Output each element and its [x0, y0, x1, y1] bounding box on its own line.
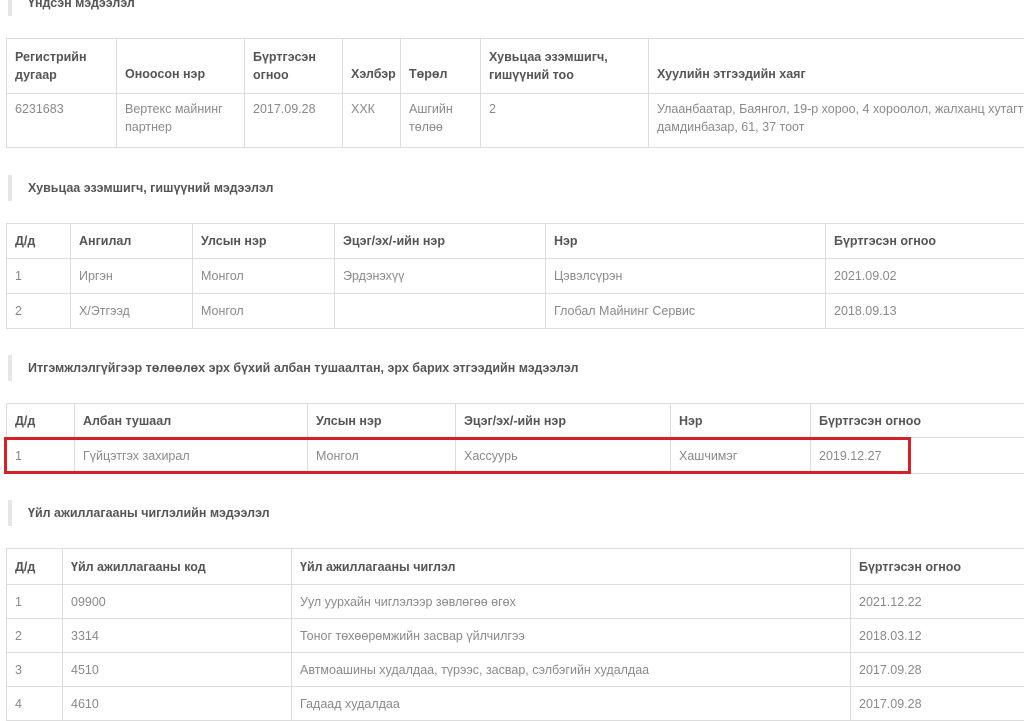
cell: 1 [7, 585, 63, 619]
cell: Х/Этгээд [71, 294, 193, 329]
cell: 2 [7, 619, 63, 653]
shareholder-count: 2 [481, 94, 649, 148]
col-header: Эцэг/эх/-ийн нэр [456, 404, 671, 438]
cell [335, 294, 546, 329]
col-header: Бүртгэсэн огноо [811, 404, 1024, 438]
col-header: Д/д [7, 404, 75, 438]
table-header-row: Д/д Албан тушаал Улсын нэр Эцэг/эх/-ийн … [7, 404, 1024, 438]
col-header: Хувьцаа эзэмшигч, гишүүний тоо [481, 39, 649, 94]
cell: Тоног төхөөрөмжийн засвар үйлчилгээ [292, 619, 851, 653]
col-header: Хуулийн этгээдийн хаяг [649, 39, 1024, 94]
company-form: ХХК [343, 94, 401, 148]
cell: 3 [7, 653, 63, 687]
cell: Монгол [193, 259, 335, 294]
table-row: 3 4510 Автмоашины худалдаа, түрээс, засв… [7, 653, 1024, 687]
col-header: Д/д [7, 549, 63, 585]
col-header: Улсын нэр [308, 404, 456, 438]
register-number: 6231683 [7, 94, 117, 148]
cell: 2017.09.28 [851, 687, 1024, 721]
table-row: 2 3314 Тоног төхөөрөмжийн засвар үйлчилг… [7, 619, 1024, 653]
company-type: Ашгийн төлөө [401, 94, 481, 148]
cell: Автмоашины худалдаа, түрээс, засвар, сэл… [292, 653, 851, 687]
cell: Гадаад худалдаа [292, 687, 851, 721]
company-name: Вертекс майнинг партнер [117, 94, 245, 148]
shareholders-title: Хувьцаа эзэмшигч, гишүүний мэдээлэл [8, 175, 273, 201]
col-header: Бүртгэсэн огноо [851, 549, 1024, 585]
col-header: Улсын нэр [193, 224, 335, 259]
cell: Цэвэлсүрэн [546, 259, 826, 294]
cell: 2021.12.22 [851, 585, 1024, 619]
shareholders-table: Д/д Ангилал Улсын нэр Эцэг/эх/-ийн нэр Н… [6, 223, 1024, 329]
table-row: 6231683 Вертекс майнинг партнер 2017.09.… [7, 94, 1024, 148]
cell: 4 [7, 687, 63, 721]
officials-title: Итгэмжлэлгүйгээр төлөөлөх эрх бүхий алба… [8, 355, 578, 381]
col-header: Нэр [671, 404, 811, 438]
cell: 09900 [63, 585, 292, 619]
registration-date: 2017.09.28 [245, 94, 343, 148]
general-info-table: Регистрийн дугаар Оноосон нэр Бүртгэсэн … [6, 38, 1024, 148]
table-row: 2 Х/Этгээд Монгол Глобал Майнинг Сервис … [7, 294, 1024, 329]
col-header: Нэр [546, 224, 826, 259]
cell: Глобал Майнинг Сервис [546, 294, 826, 329]
activities-table: Д/д Үйл ажиллагааны код Үйл ажиллагааны … [6, 548, 1024, 721]
cell: 2 [7, 294, 71, 329]
table-row: 1 09900 Уул уурхайн чиглэлээр зөвлөгөө ө… [7, 585, 1024, 619]
table-header-row: Д/д Үйл ажиллагааны код Үйл ажиллагааны … [7, 549, 1024, 585]
cell: 1 [7, 259, 71, 294]
table-header-row: Регистрийн дугаар Оноосон нэр Бүртгэсэн … [7, 39, 1024, 94]
cell: 2021.09.02 [826, 259, 1024, 294]
col-header: Д/д [7, 224, 71, 259]
col-header: Регистрийн дугаар [7, 39, 117, 94]
cell: Иргэн [71, 259, 193, 294]
cell: 2018.09.13 [826, 294, 1024, 329]
cell: 4510 [63, 653, 292, 687]
table-row: 4 4610 Гадаад худалдаа 2017.09.28 [7, 687, 1024, 721]
col-header: Төрөл [401, 39, 481, 94]
col-header: Бүртгэсэн огноо [826, 224, 1024, 259]
col-header: Албан тушаал [75, 404, 308, 438]
general-info-title: Үндсэн мэдээлэл [8, 0, 135, 16]
col-header: Хэлбэр [343, 39, 401, 94]
col-header: Бүртгэсэн огноо [245, 39, 343, 94]
activities-title: Үйл ажиллагааны чиглэлийн мэдээлэл [8, 500, 270, 526]
cell: 2018.03.12 [851, 619, 1024, 653]
cell: 4610 [63, 687, 292, 721]
col-header: Үйл ажиллагааны код [63, 549, 292, 585]
cell: Эрдэнэхүү [335, 259, 546, 294]
cell: 3314 [63, 619, 292, 653]
col-header: Үйл ажиллагааны чиглэл [292, 549, 851, 585]
table-header-row: Д/д Ангилал Улсын нэр Эцэг/эх/-ийн нэр Н… [7, 224, 1024, 259]
table-row: 1 Иргэн Монгол Эрдэнэхүү Цэвэлсүрэн 2021… [7, 259, 1024, 294]
cell: 2017.09.28 [851, 653, 1024, 687]
cell: Уул уурхайн чиглэлээр зөвлөгөө өгөх [292, 585, 851, 619]
col-header: Ангилал [71, 224, 193, 259]
col-header: Оноосон нэр [117, 39, 245, 94]
cell: Монгол [193, 294, 335, 329]
col-header: Эцэг/эх/-ийн нэр [335, 224, 546, 259]
highlight-box [4, 437, 911, 474]
legal-address: Улаанбаатар, Баянгол, 19-р хороо, 4 хоро… [649, 94, 1024, 148]
